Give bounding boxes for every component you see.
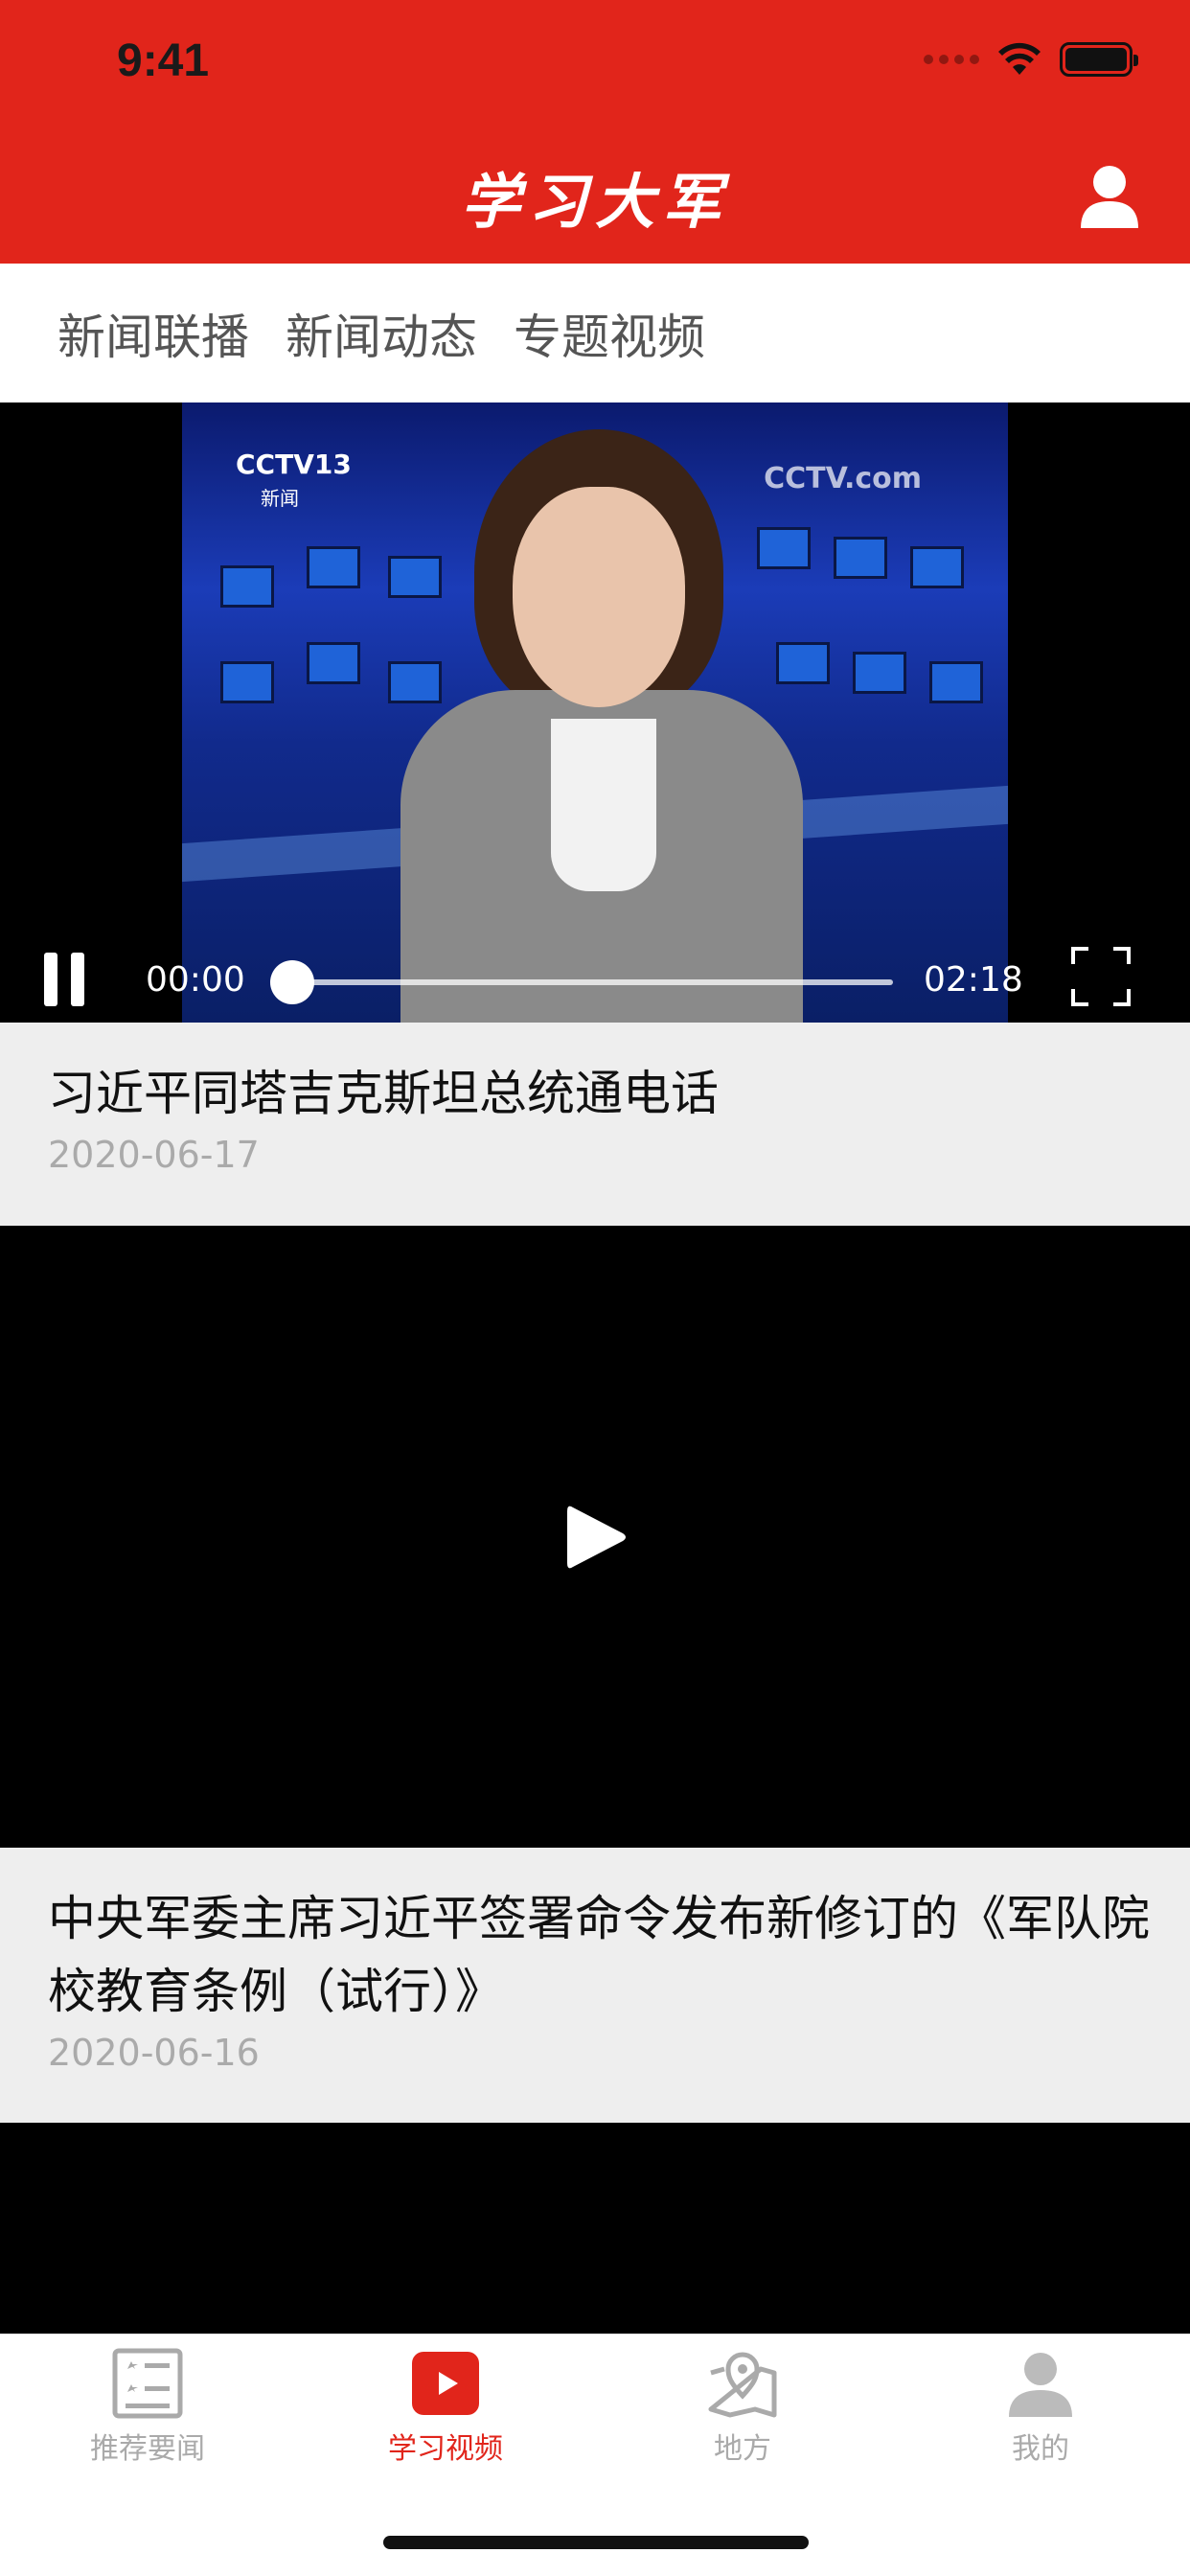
video-title: 习近平同塔吉克斯坦总统通电话 xyxy=(48,1066,719,1121)
video-title: 中央军委主席习近平签署命令发布新修订的《军队院校教育条例（试行）》 xyxy=(48,1891,1150,2019)
profile-icon[interactable] xyxy=(1075,161,1144,230)
video-play-icon xyxy=(412,2352,479,2415)
status-icons xyxy=(924,42,1138,77)
tabbar-item-mine[interactable]: 我的 xyxy=(926,2348,1156,2467)
channel-sub: 新闻 xyxy=(261,487,299,510)
player-controls: 00:00 02:18 xyxy=(0,910,1190,1023)
tabbar-item-news[interactable]: 推荐要闻 xyxy=(33,2348,263,2467)
category-tabs: 新闻联播 新闻动态 专题视频 xyxy=(0,264,1190,402)
tabbar-label: 学习视频 xyxy=(388,2432,503,2466)
video-player[interactable] xyxy=(0,2123,1190,2334)
play-icon[interactable] xyxy=(565,1504,627,1571)
news-list-icon xyxy=(112,2348,183,2419)
tab-xinwen-lianbo[interactable]: 新闻联播 xyxy=(57,299,249,368)
wifi-icon xyxy=(998,42,1041,75)
tab-zhuanti-shipin[interactable]: 专题视频 xyxy=(514,299,705,368)
video-date: 2020-06-16 xyxy=(48,2032,260,2074)
video-player[interactable]: CCTV13 新闻 CCTV.com 00:00 02:18 xyxy=(0,402,1190,1023)
progress-bar[interactable] xyxy=(291,979,893,985)
battery-icon xyxy=(1060,42,1138,77)
current-time: 00:00 xyxy=(146,960,245,1000)
status-time: 9:41 xyxy=(117,35,210,86)
video-date: 2020-06-17 xyxy=(48,1134,260,1176)
channel-logo: CCTV13 xyxy=(236,448,352,480)
user-icon xyxy=(1009,2353,1072,2417)
video-player[interactable] xyxy=(0,1226,1190,1848)
tabbar-item-video[interactable]: 学习视频 xyxy=(331,2348,561,2467)
tabbar-item-local[interactable]: 地方 xyxy=(628,2348,858,2467)
bottom-tab-bar: 推荐要闻 学习视频 地方 我的 xyxy=(0,2334,1190,2576)
total-duration: 02:18 xyxy=(924,960,1023,1000)
pause-icon[interactable] xyxy=(44,953,98,1006)
tabbar-label: 我的 xyxy=(1012,2432,1069,2466)
tabbar-label: 推荐要闻 xyxy=(90,2432,205,2466)
cellular-signal-icon xyxy=(924,55,979,64)
tab-xinwen-dongtai[interactable]: 新闻动态 xyxy=(286,299,477,368)
video-card-info[interactable]: 中央军委主席习近平签署命令发布新修订的《军队院校教育条例（试行）》 2020-0… xyxy=(0,1848,1190,2123)
cctv-watermark: CCTV.com xyxy=(764,462,922,495)
home-indicator[interactable] xyxy=(383,2536,809,2549)
video-card-info[interactable]: 习近平同塔吉克斯坦总统通电话 2020-06-17 xyxy=(0,1023,1190,1226)
app-header: 9:41 学习大军 xyxy=(0,0,1190,264)
map-pin-icon xyxy=(708,2352,777,2418)
tabbar-label: 地方 xyxy=(714,2432,771,2466)
fullscreen-icon[interactable] xyxy=(1071,947,1131,1006)
progress-handle[interactable] xyxy=(270,960,314,1004)
app-title: 学习大军 xyxy=(460,167,729,237)
